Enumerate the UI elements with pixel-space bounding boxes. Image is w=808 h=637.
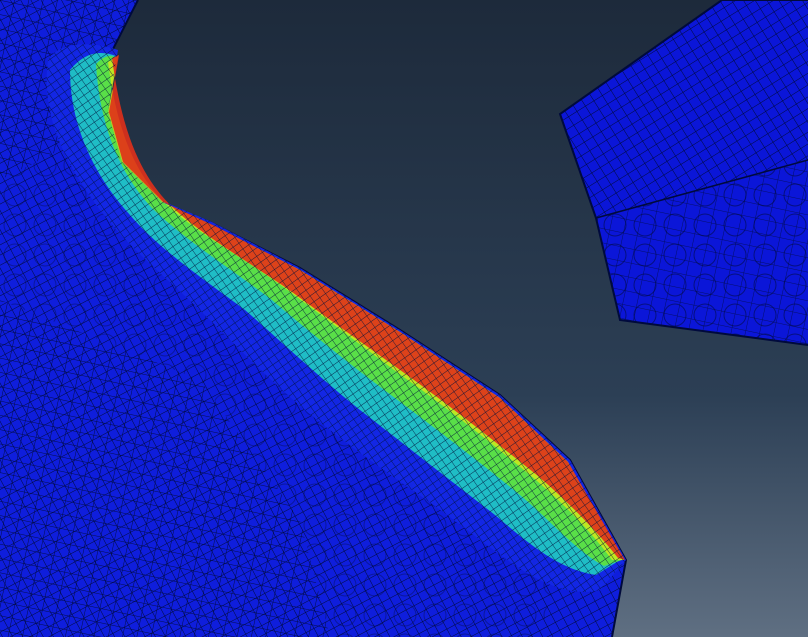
fea-contour-plot bbox=[0, 0, 808, 637]
fea-viewport[interactable] bbox=[0, 0, 808, 637]
